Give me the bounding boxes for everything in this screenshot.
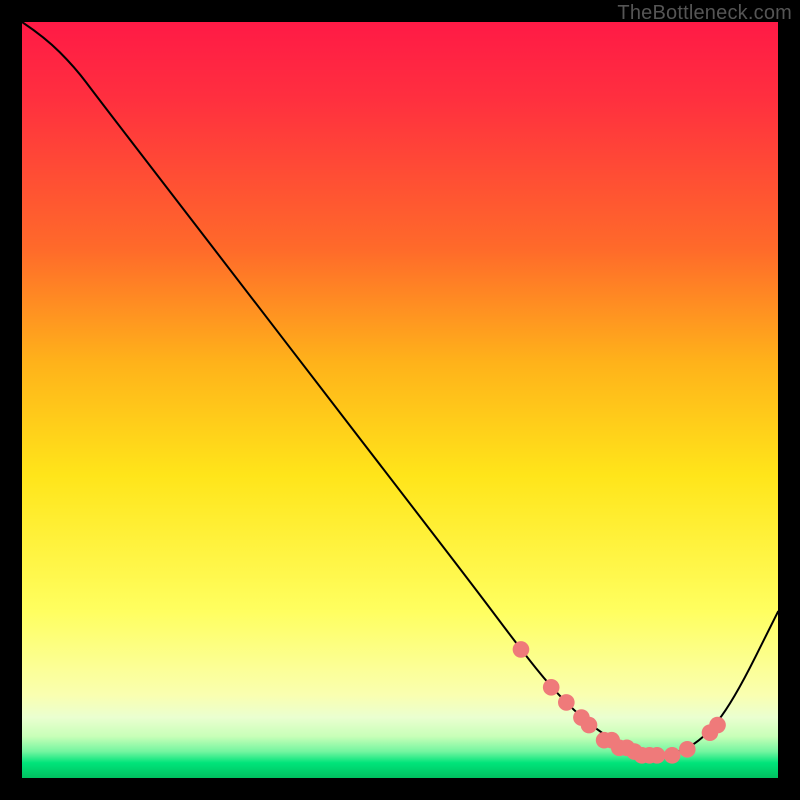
marker-dot bbox=[679, 741, 696, 758]
marker-dot bbox=[664, 747, 681, 764]
marker-dot bbox=[618, 739, 635, 756]
marker-dot bbox=[603, 732, 620, 749]
marker-dot bbox=[573, 709, 590, 726]
marker-dot bbox=[709, 717, 726, 734]
bottleneck-curve bbox=[22, 22, 778, 755]
chart-stage: TheBottleneck.com bbox=[0, 0, 800, 800]
marker-dot bbox=[641, 747, 658, 764]
marker-dot bbox=[702, 724, 719, 741]
curve-svg bbox=[22, 22, 778, 778]
marker-dot bbox=[558, 694, 575, 711]
marker-dot bbox=[596, 732, 613, 749]
marker-dot bbox=[649, 747, 666, 764]
marker-group bbox=[513, 641, 726, 763]
marker-dot bbox=[543, 679, 560, 696]
marker-dot bbox=[626, 743, 643, 760]
marker-dot bbox=[611, 739, 628, 756]
marker-dot bbox=[513, 641, 530, 658]
marker-dot bbox=[581, 717, 598, 734]
plot-area bbox=[22, 22, 778, 778]
marker-dot bbox=[634, 747, 651, 764]
